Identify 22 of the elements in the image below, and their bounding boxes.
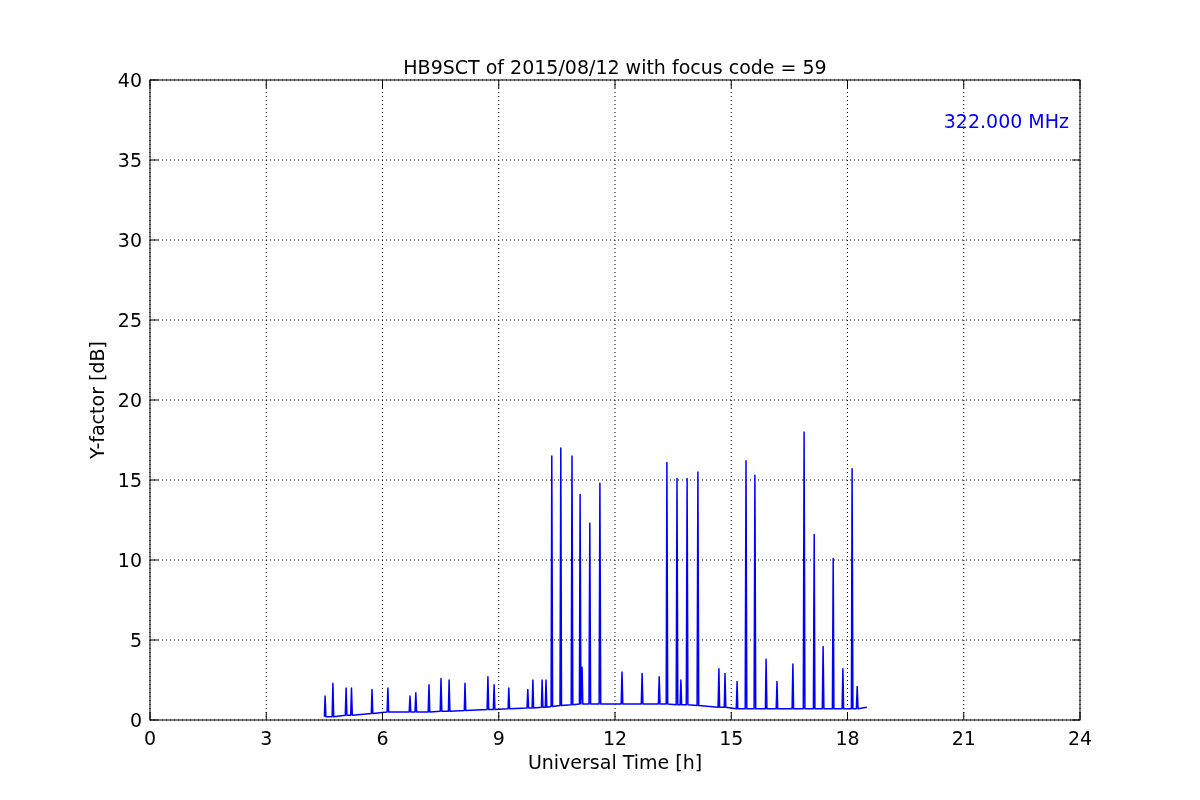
x-tick-label: 6 xyxy=(376,727,389,749)
x-tick-label: 15 xyxy=(719,727,744,749)
y-tick-label: 15 xyxy=(117,469,142,491)
x-tick-label: 12 xyxy=(602,727,628,749)
frequency-label: 322.000 MHz xyxy=(943,110,1069,132)
x-tick-label: 0 xyxy=(143,727,157,749)
x-tick-label: 18 xyxy=(835,727,860,749)
y-axis-label: Y-factor [dB] xyxy=(86,341,108,459)
y-tick-label: 0 xyxy=(129,709,142,731)
x-tick-label: 9 xyxy=(492,727,505,749)
x-tick-label: 21 xyxy=(951,727,976,749)
x-tick-label: 24 xyxy=(1067,727,1093,749)
y-tick-label: 35 xyxy=(117,149,142,171)
y-tick-label: 40 xyxy=(117,69,142,91)
y-tick-label: 10 xyxy=(117,549,142,571)
x-axis-label: Universal Time [h] xyxy=(527,751,703,773)
y-tick-label: 30 xyxy=(117,229,142,251)
y-tick-label: 20 xyxy=(117,389,142,411)
chart-title: HB9SCT of 2015/08/12 with focus code = 59 xyxy=(403,56,827,78)
y-tick-label: 25 xyxy=(117,309,142,331)
x-tick-label: 3 xyxy=(260,727,273,749)
y-tick-label: 5 xyxy=(129,629,142,651)
